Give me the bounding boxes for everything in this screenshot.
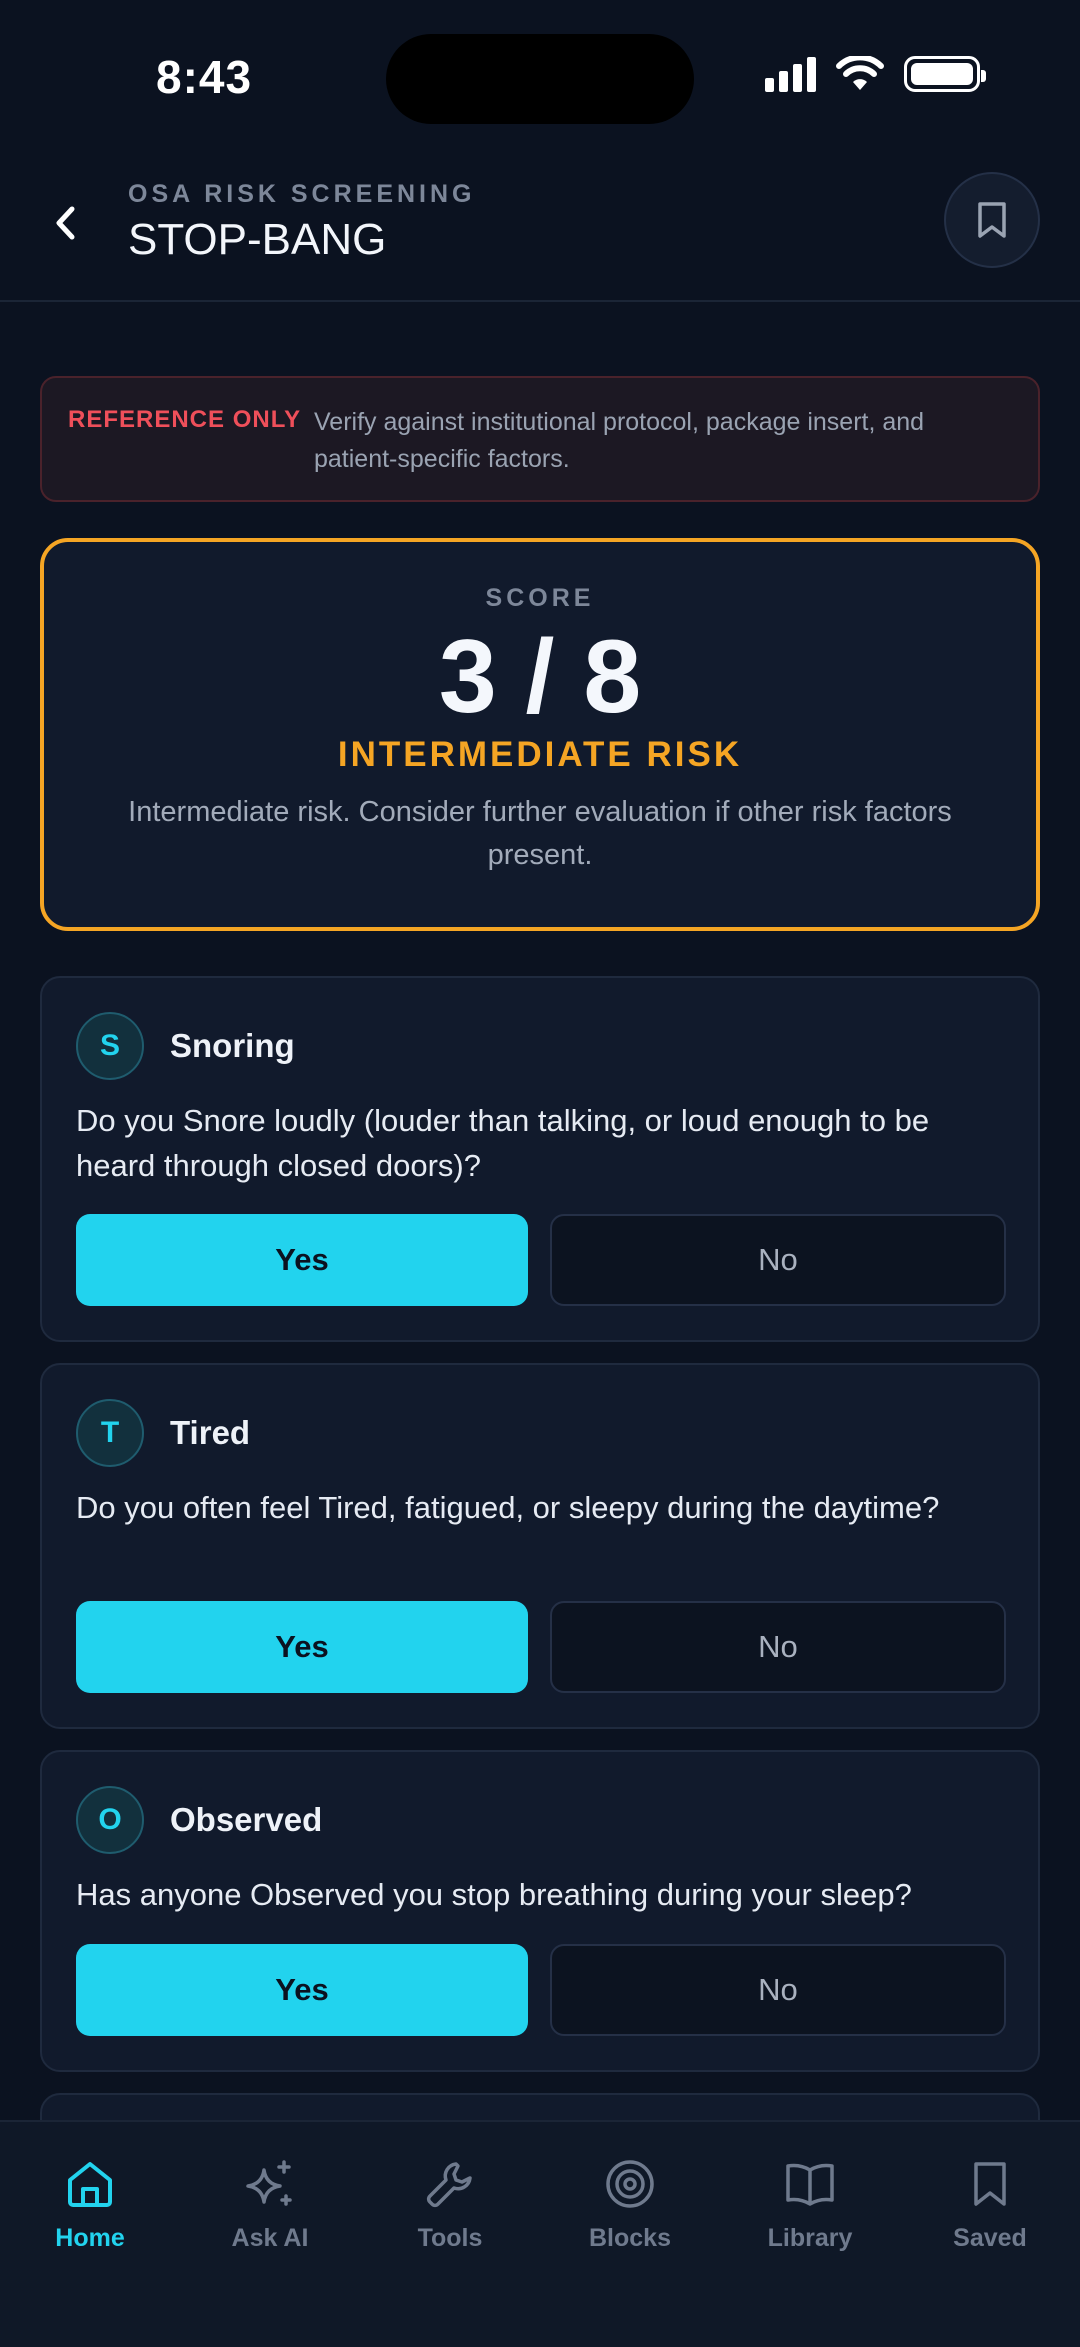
yes-button[interactable]: Yes	[76, 1214, 528, 1306]
battery-icon	[904, 56, 986, 92]
question-title: Snoring	[170, 1027, 295, 1064]
tab-label: Library	[767, 2224, 853, 2252]
tab-label: Saved	[953, 2224, 1027, 2252]
wrench-icon	[420, 2154, 480, 2214]
reference-tag: REFERENCE ONLY	[68, 406, 302, 433]
home-icon	[60, 2154, 120, 2214]
yes-button[interactable]: Yes	[76, 1601, 528, 1693]
question-letter-badge: O	[76, 1786, 144, 1854]
chevron-left-icon	[56, 206, 75, 240]
question-title: Tired	[170, 1414, 251, 1451]
question-card-tired: T Tired Do you often feel Tired, fatigue…	[40, 1363, 1040, 1729]
cellular-signal-icon	[765, 56, 816, 92]
score-value: 3 / 8	[438, 619, 642, 735]
tab-ask-ai[interactable]: Ask AI	[180, 2122, 360, 2347]
app-screen: 8:43 OSA RISK SCREENING STOP-BANG REFERE…	[0, 0, 1080, 2347]
tab-home[interactable]: Home	[0, 2122, 180, 2347]
bookmark-icon	[978, 202, 1006, 238]
tab-label: Tools	[417, 2224, 483, 2252]
yes-button[interactable]: Yes	[76, 1944, 528, 2036]
tab-saved[interactable]: Saved	[900, 2122, 1080, 2347]
sparkle-icon	[240, 2154, 300, 2214]
score-card: SCORE 3 / 8 INTERMEDIATE RISK Intermedia…	[40, 538, 1040, 931]
question-letter-badge: T	[76, 1399, 144, 1467]
risk-category: INTERMEDIATE RISK	[337, 735, 743, 774]
target-icon	[600, 2154, 660, 2214]
bookmark-icon	[960, 2154, 1020, 2214]
score-label: SCORE	[485, 584, 595, 612]
question-text: Do you often feel Tired, fatigued, or sl…	[76, 1490, 940, 1525]
answer-buttons: Yes No	[76, 1944, 1006, 2036]
answer-buttons: Yes No	[76, 1214, 1006, 1306]
tab-tools[interactable]: Tools	[360, 2122, 540, 2347]
question-title: Observed	[170, 1801, 323, 1838]
reference-banner: REFERENCE ONLY Verify against institutio…	[40, 376, 1040, 502]
tab-bar: Home Ask AI Tools Blocks Library Saved	[0, 2120, 1080, 2347]
tab-blocks[interactable]: Blocks	[540, 2122, 720, 2347]
question-text: Has anyone Observed you stop breathing d…	[76, 1877, 912, 1912]
question-card-snoring: S Snoring Do you Snore loudly (louder th…	[40, 976, 1040, 1342]
score-description: Intermediate risk. Consider further eval…	[128, 796, 952, 871]
question-header: S Snoring	[76, 1012, 295, 1080]
status-icons	[765, 56, 986, 92]
question-header: O Observed	[76, 1786, 322, 1854]
header: OSA RISK SCREENING STOP-BANG	[0, 160, 1080, 302]
tab-label: Home	[55, 2224, 125, 2252]
question-card-observed: O Observed Has anyone Observed you stop …	[40, 1750, 1040, 2072]
header-eyebrow: OSA RISK SCREENING	[128, 180, 476, 208]
tab-label: Blocks	[589, 2224, 671, 2252]
status-time: 8:43	[156, 51, 253, 103]
no-button[interactable]: No	[550, 1601, 1006, 1693]
question-text: Do you Snore loudly (louder than talking…	[76, 1103, 930, 1183]
tab-library[interactable]: Library	[720, 2122, 900, 2347]
page-title: STOP-BANG	[128, 215, 387, 264]
question-header: T Tired	[76, 1399, 250, 1467]
no-button[interactable]: No	[550, 1944, 1006, 2036]
no-button[interactable]: No	[550, 1214, 1006, 1306]
back-button[interactable]	[40, 198, 90, 248]
book-icon	[780, 2154, 840, 2214]
bookmark-button[interactable]	[944, 172, 1040, 268]
reference-text: Verify against institutional protocol, p…	[314, 408, 925, 473]
question-letter-badge: S	[76, 1012, 144, 1080]
dynamic-island	[386, 34, 694, 124]
tab-label: Ask AI	[231, 2224, 309, 2252]
answer-buttons: Yes No	[76, 1601, 1006, 1693]
status-bar: 8:43	[0, 0, 1080, 160]
wifi-icon	[836, 56, 884, 90]
